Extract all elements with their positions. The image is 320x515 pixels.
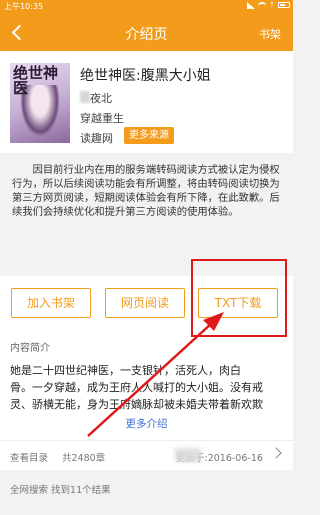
book-card: 绝世神医 绝世神医:腹黑大小姐 夜北 穿越重生 读趣网 更多来源	[0, 51, 293, 153]
intro-line: 骨。一夕穿越，成为王府人人喊打的大小姐。没有戒	[10, 381, 263, 394]
battery-icon	[278, 2, 290, 8]
add-to-shelf-button[interactable]: 加入书架	[11, 288, 91, 318]
upload-icon: ↑	[269, 1, 275, 9]
chevron-right-icon	[270, 447, 282, 459]
search-results[interactable]: 全网搜索 找到11个结果	[0, 470, 293, 515]
highlight-box	[191, 259, 287, 337]
book-title: 绝世神医:腹黑大小姐	[80, 68, 211, 84]
intro-section: 内容简介 她是二十四世纪神医，一支银针，活死人，肉白 骨。一夕穿越，成为王府人人…	[0, 338, 293, 440]
web-read-button[interactable]: 网页阅读	[105, 288, 185, 318]
nav-bar: 介绍页 书架	[0, 14, 293, 51]
updated-blur	[175, 448, 201, 462]
book-author[interactable]: 夜北	[90, 90, 112, 106]
more-sources-button[interactable]: 更多来源	[124, 127, 174, 144]
page-title: 介绍页	[125, 27, 168, 43]
book-cover: 绝世神医	[10, 63, 70, 143]
book-source: 读趣网	[80, 132, 113, 145]
notice-text: 因目前行业内在用的服务端转码阅读方式被认定为侵权行为，所以后续阅读功能会有所调整…	[0, 153, 293, 276]
book-genre: 穿越重生	[80, 112, 124, 125]
status-time: 上午10:35	[4, 2, 44, 11]
toc-label: 查看目录	[10, 453, 49, 464]
more-intro-link[interactable]: 更多介绍	[10, 416, 283, 431]
intro-line: 灵、骄横无能，身为王府嫡脉却被未婚夫带着新欢欺	[10, 398, 263, 411]
toc-row[interactable]: 查看目录 共2480章 更新于:2016-06-16	[0, 440, 293, 470]
intro-label: 内容简介	[10, 343, 50, 354]
wifi-icon	[258, 1, 267, 9]
status-bar: 上午10:35 ↑	[0, 0, 293, 14]
chapter-count: 共2480章	[62, 453, 106, 464]
intro-line: 她是二十四世纪神医，一支银针，活死人，肉白	[10, 364, 241, 377]
author-blur	[80, 91, 90, 103]
intro-text: 她是二十四世纪神医，一支银针，活死人，肉白 骨。一夕穿越，成为王府人人喊打的大小…	[10, 362, 283, 413]
status-icons: ↑	[247, 1, 290, 9]
bookshelf-button[interactable]: 书架	[259, 26, 281, 42]
signal-icon	[247, 1, 256, 9]
cover-title: 绝世神医	[13, 64, 59, 97]
